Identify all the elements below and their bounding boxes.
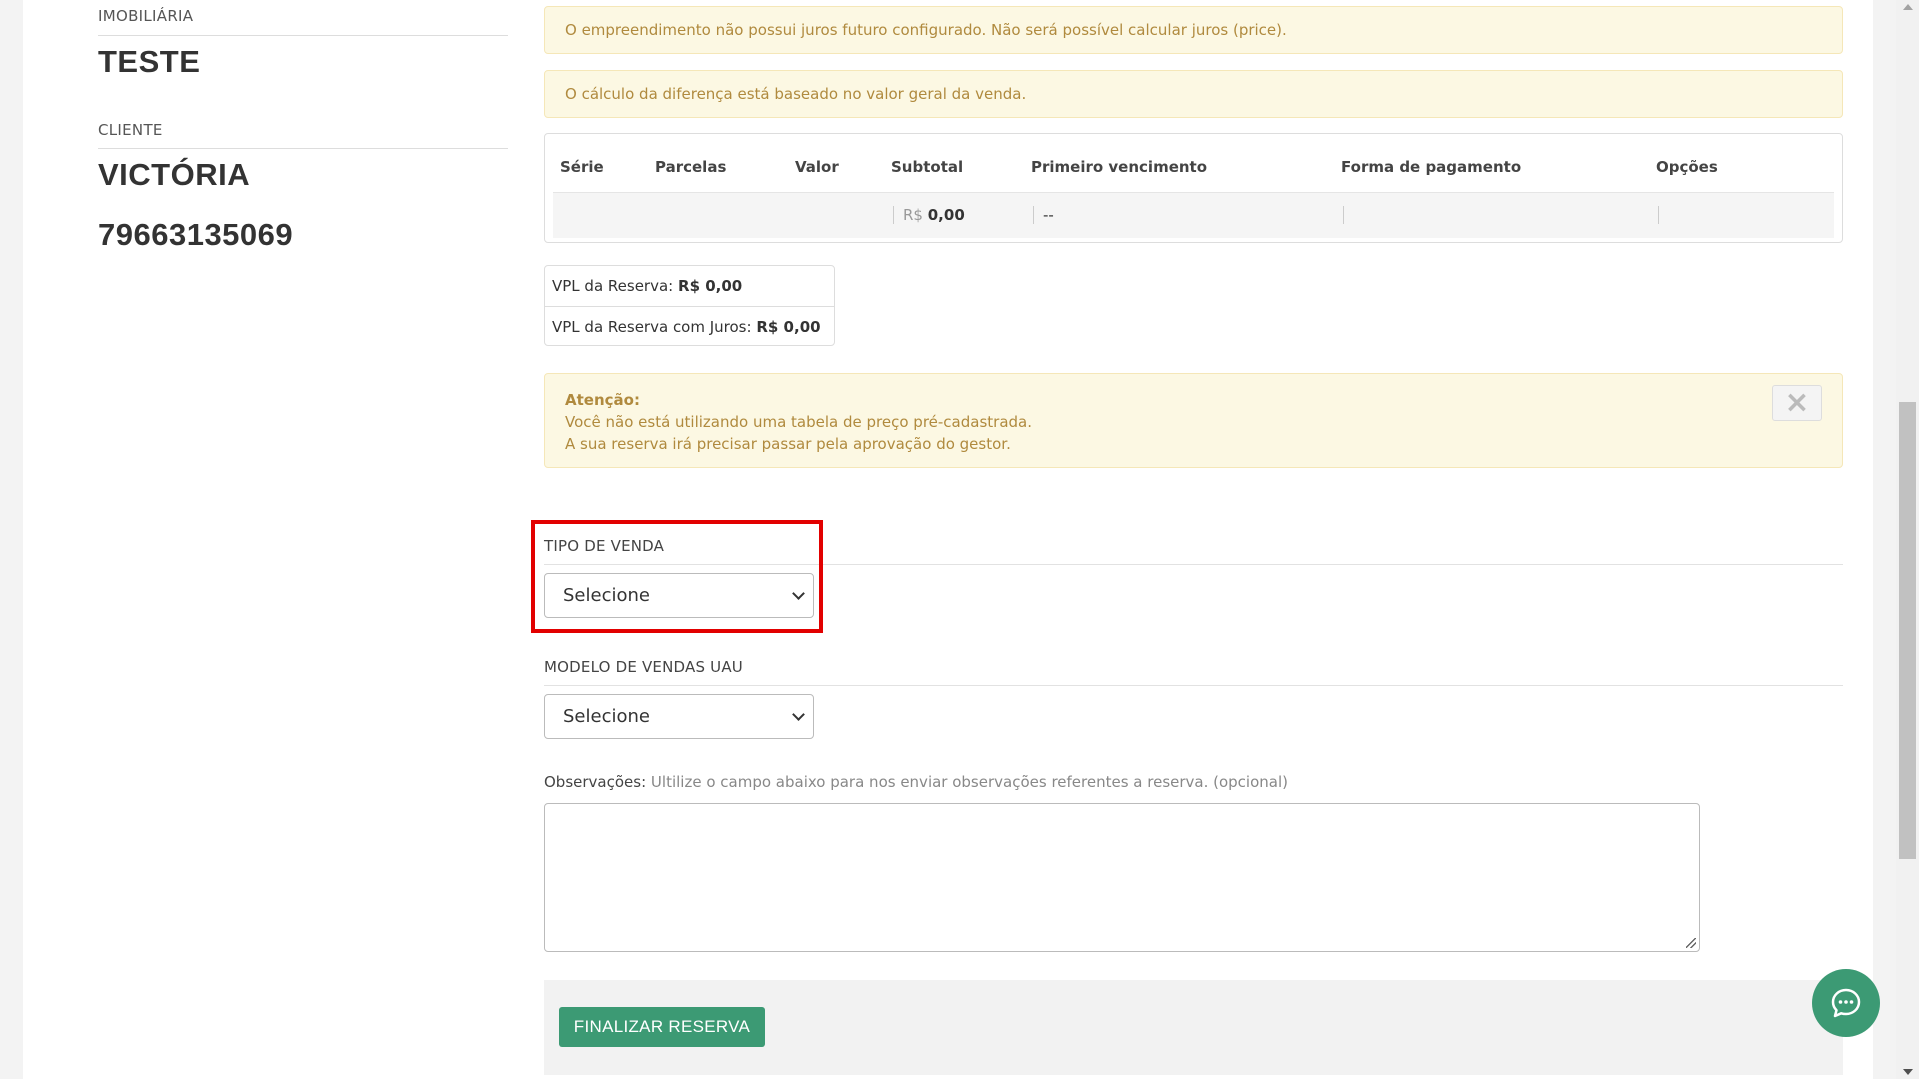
cell-primeiro-vencimento: --: [1024, 192, 1334, 238]
col-header-subtotal: Subtotal: [884, 142, 1024, 193]
observacoes-textarea[interactable]: [544, 803, 1700, 952]
vpl-juros-row: VPL da Reserva com Juros: R$ 0,00: [545, 306, 834, 346]
col-header-primeiro-vencimento: Primeiro vencimento: [1024, 142, 1334, 193]
alert-diferenca: O cálculo da diferença está baseado no v…: [544, 70, 1843, 118]
attention-title: Atenção:: [565, 391, 640, 409]
divider: [98, 148, 508, 149]
vpl-summary: VPL da Reserva: R$ 0,00 VPL da Reserva c…: [544, 265, 835, 346]
cell-parcelas: [648, 192, 788, 238]
imobiliaria-value: TESTE: [98, 44, 201, 79]
parcelas-table: Série Parcelas Valor Subtotal Primeiro v…: [553, 142, 1834, 238]
action-bar: FINALIZAR RESERVA: [544, 980, 1843, 1075]
cell-subtotal: R$ 0,00: [884, 192, 1024, 238]
vpl-reserva-label: VPL da Reserva:: [552, 277, 674, 295]
alert-juros-text: O empreendimento não possui juros futuro…: [565, 21, 1287, 39]
scroll-thumb[interactable]: [1899, 402, 1916, 859]
attention-line-1: Você não está utilizando uma tabela de p…: [565, 413, 1032, 431]
modelo-vendas-selected: Selecione: [563, 706, 650, 727]
vpl-reserva-row: VPL da Reserva: R$ 0,00: [545, 266, 834, 306]
vpl-juros-label: VPL da Reserva com Juros:: [552, 317, 752, 336]
divider: [544, 685, 1843, 686]
vpl-reserva-value: R$ 0,00: [678, 277, 743, 295]
subtotal-value: 0,00: [927, 206, 965, 225]
divider: [98, 35, 508, 36]
col-header-valor: Valor: [788, 142, 884, 193]
vpl-juros-value: R$ 0,00: [756, 317, 821, 336]
cliente-label: CLIENTE: [98, 121, 163, 139]
alert-diferenca-text: O cálculo da diferença está baseado no v…: [565, 85, 1027, 103]
cell-opcoes: [1649, 192, 1834, 238]
finalizar-reserva-button[interactable]: FINALIZAR RESERVA: [559, 1007, 765, 1047]
observacoes-hint: Ultilize o campo abaixo para nos enviar …: [650, 773, 1288, 791]
cliente-document: 79663135069: [98, 217, 294, 252]
alert-juros: O empreendimento não possui juros futuro…: [544, 6, 1843, 54]
highlight-box: [531, 520, 823, 633]
resize-handle-icon[interactable]: [1686, 938, 1696, 948]
table-row: R$ 0,00 --: [553, 192, 1834, 238]
attention-line-2: A sua reserva irá precisar passar pela a…: [565, 435, 1011, 453]
vertical-scrollbar[interactable]: [1896, 0, 1919, 1079]
scroll-down-icon[interactable]: [1903, 1069, 1913, 1075]
chat-bubble-icon: [1831, 988, 1861, 1018]
observacoes-label: Observações: Ultilize o campo abaixo par…: [544, 773, 1288, 791]
cell-valor: [788, 192, 884, 238]
primeiro-vencimento-value: --: [1033, 206, 1054, 225]
close-icon: ×: [1784, 385, 1810, 420]
table-header-row: Série Parcelas Valor Subtotal Primeiro v…: [553, 142, 1834, 193]
chat-button[interactable]: [1812, 969, 1880, 1037]
page: IMOBILIÁRIA TESTE CLIENTE VICTÓRIA 79663…: [23, 0, 1880, 1079]
parcelas-table-panel: Série Parcelas Valor Subtotal Primeiro v…: [544, 133, 1843, 243]
scroll-up-icon[interactable]: [1903, 4, 1913, 10]
subtotal-currency: R$: [903, 206, 923, 225]
cliente-name: VICTÓRIA: [98, 157, 251, 192]
imobiliaria-label: IMOBILIÁRIA: [98, 7, 194, 25]
close-alert-button[interactable]: ×: [1772, 385, 1822, 421]
col-header-parcelas: Parcelas: [648, 142, 788, 193]
modelo-vendas-select[interactable]: Selecione: [544, 694, 814, 739]
col-header-serie: Série: [553, 142, 648, 193]
cell-serie: [553, 192, 648, 238]
chevron-down-icon: [792, 708, 805, 721]
col-header-forma-pagamento: Forma de pagamento: [1334, 142, 1649, 193]
cell-forma-pagamento: [1334, 192, 1649, 238]
attention-alert: Atenção: Você não está utilizando uma ta…: [544, 373, 1843, 468]
modelo-vendas-label: MODELO DE VENDAS UAU: [544, 658, 743, 676]
col-header-opcoes: Opções: [1649, 142, 1834, 193]
